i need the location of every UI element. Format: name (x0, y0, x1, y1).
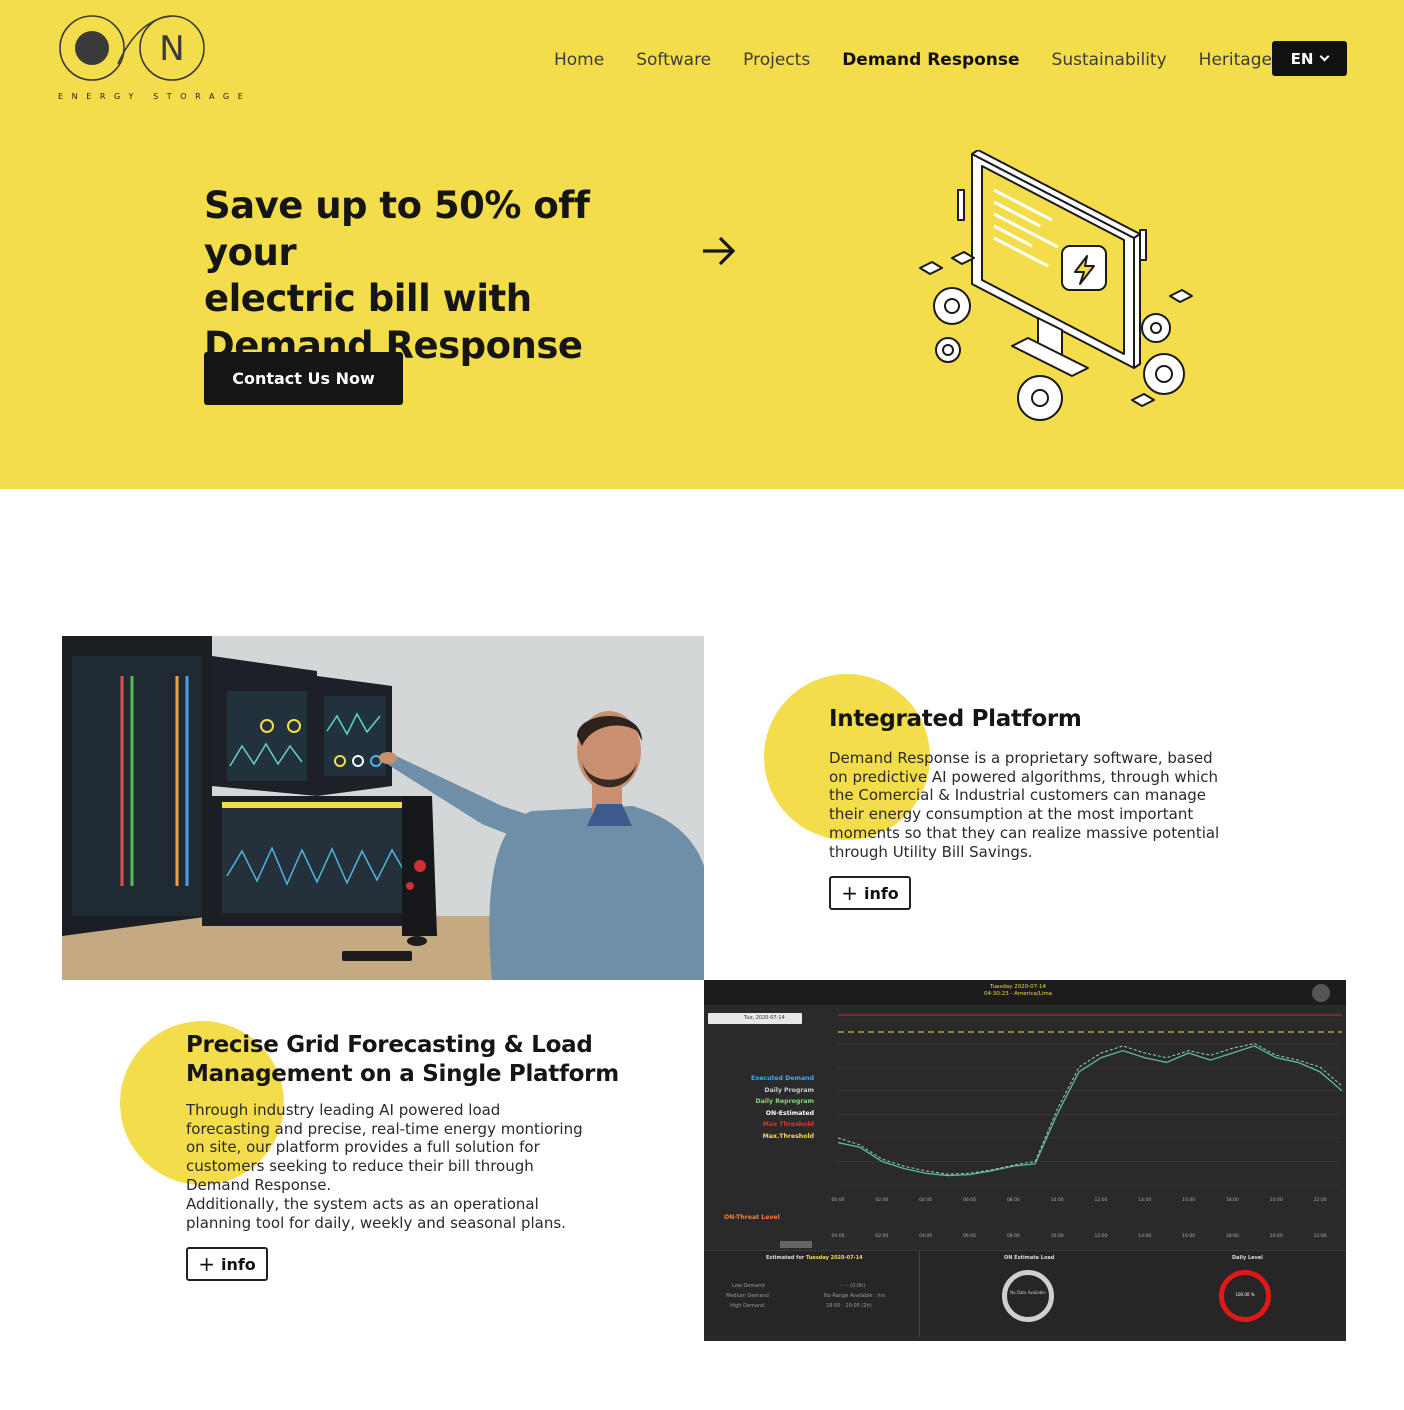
x-tick-label: 08:00 (1007, 1233, 1020, 1239)
forecasting-text-2: Additionally, the system acts as an oper… (186, 1195, 566, 1232)
on-estimated-line (837, 1043, 1343, 1175)
x-tick-label: 20:00 (1270, 1197, 1283, 1203)
row-high-label: High Demand (730, 1303, 765, 1309)
nav-sustainability[interactable]: Sustainability (1052, 50, 1167, 70)
integrated-platform-title: Integrated Platform (829, 706, 1082, 732)
x-tick-label: 10:00 (1051, 1233, 1064, 1239)
forecasting-text-1: Through industry leading AI powered load… (186, 1101, 583, 1194)
estimate-load-title: ON Estimate Load (1004, 1255, 1055, 1261)
x-tick-label: 02:00 (875, 1233, 888, 1239)
integrated-info-button[interactable]: + info (829, 876, 911, 910)
row-low-value: - - - (0.0h) (840, 1283, 866, 1289)
show-button[interactable] (780, 1241, 812, 1248)
plus-icon: + (198, 1252, 215, 1276)
daily-level-gauge-text: 100.00 % (1235, 1292, 1255, 1297)
x-tick-label: 16:00 (1182, 1197, 1195, 1203)
x-tick-label: 04:00 (919, 1197, 932, 1203)
nav-demand-response[interactable]: Demand Response (842, 50, 1019, 70)
dashboard-summary-panel: Estimated for Tuesday 2020-07-14 Low Dem… (704, 1250, 1346, 1337)
row-medium-value: No Range Available : hrs (824, 1293, 886, 1299)
x-tick-label: 18:00 (1226, 1233, 1239, 1239)
executed-demand-line (837, 1045, 1343, 1177)
x-tick-label: 02:00 (875, 1197, 888, 1203)
estimated-for-date: Tuesday 2020-07-14 (806, 1255, 863, 1261)
x-tick-label: 20:00 (1270, 1233, 1283, 1239)
svg-text:N: N (159, 29, 184, 69)
monitor-gears-illustration (919, 150, 1193, 421)
x-tick-label: 00:00 (832, 1233, 845, 1239)
integrated-platform-text: Demand Response is a proprietary softwar… (829, 749, 1220, 861)
hero-section: N ENERGY STORAGE Home Software Projects … (0, 0, 1404, 489)
brand-logo[interactable]: N ENERGY STORAGE (58, 14, 243, 106)
x-tick-label: 06:00 (963, 1233, 976, 1239)
row-low-label: Low Demand (732, 1283, 765, 1289)
arrow-right-icon[interactable] (700, 234, 738, 272)
nav-software[interactable]: Software (636, 50, 711, 70)
nav-heritage[interactable]: Heritage (1199, 50, 1272, 70)
row-medium-label: Medium Demand (726, 1293, 769, 1299)
estimate-load-gauge: No Data Available (1002, 1270, 1054, 1322)
info-button-label: info (220, 1254, 256, 1274)
row-high-value: 18:00 - 20:00 (2h) (826, 1303, 872, 1309)
logo-mark-icon: N (59, 15, 205, 81)
plus-icon: + (841, 881, 858, 905)
daily-level-gauge: 100.00 % (1219, 1270, 1271, 1322)
main-nav: Home Software Projects Demand Response S… (554, 47, 1304, 73)
chevron-down-icon (1319, 51, 1330, 62)
demand-line-chart: 00:00 02:00 04:00 06:00 08:00 10:00 12:00 14:00… (832, 1014, 1343, 1239)
operator-photo (62, 636, 704, 980)
x-tick-label: 22:00 (1314, 1233, 1327, 1239)
x-tick-label: 14:00 (1138, 1233, 1151, 1239)
forecasting-title: Precise Grid Forecasting & Load Manageme… (186, 1031, 646, 1088)
dashboard-screenshot: Tuesday 2020-07-14 04:30:23 - America/Li… (704, 980, 1346, 1341)
estimate-load-gauge-text: No Data Available (1010, 1290, 1046, 1295)
x-tick-label: 14:00 (1138, 1197, 1151, 1203)
x-tick-label: 12:00 (1094, 1197, 1107, 1203)
forecasting-info-button[interactable]: + info (186, 1247, 268, 1281)
forecasting-title-line-1: Precise Grid Forecasting & Load (186, 1032, 593, 1058)
estimated-for-label: Estimated for Tuesday 2020-07-14 (766, 1255, 863, 1261)
hero-title-line-2: electric bill with (204, 277, 532, 320)
x-tick-label: 06:00 (963, 1197, 976, 1203)
x-tick-label: 08:00 (1007, 1197, 1020, 1203)
x-tick-label: 10:00 (1051, 1197, 1064, 1203)
contact-us-button[interactable]: Contact Us Now (204, 352, 403, 405)
x-tick-label: 16:00 (1182, 1233, 1195, 1239)
x-tick-label: 22:00 (1314, 1197, 1327, 1203)
daily-level-title: Daily Level (1232, 1255, 1263, 1261)
info-button-label: info (863, 883, 899, 903)
x-tick-label: 12:00 (1094, 1233, 1107, 1239)
hero-title-line-1: Save up to 50% off your (204, 184, 590, 274)
threat-level-label: ON-Threat Level (724, 1214, 780, 1221)
x-tick-label: 00:00 (832, 1197, 845, 1203)
forecasting-title-line-2: Management on a Single Platform (186, 1060, 619, 1087)
nav-projects[interactable]: Projects (743, 50, 810, 70)
x-tick-label: 04:00 (919, 1233, 932, 1239)
hero-title: Save up to 50% off your electric bill wi… (204, 183, 684, 369)
x-tick-label: 18:00 (1226, 1197, 1239, 1203)
nav-home[interactable]: Home (554, 50, 604, 70)
logo-tagline: ENERGY STORAGE (58, 92, 252, 101)
language-label: EN (1290, 49, 1314, 68)
language-selector[interactable]: EN (1272, 41, 1347, 76)
estimated-for-text: Estimated for (766, 1255, 805, 1261)
